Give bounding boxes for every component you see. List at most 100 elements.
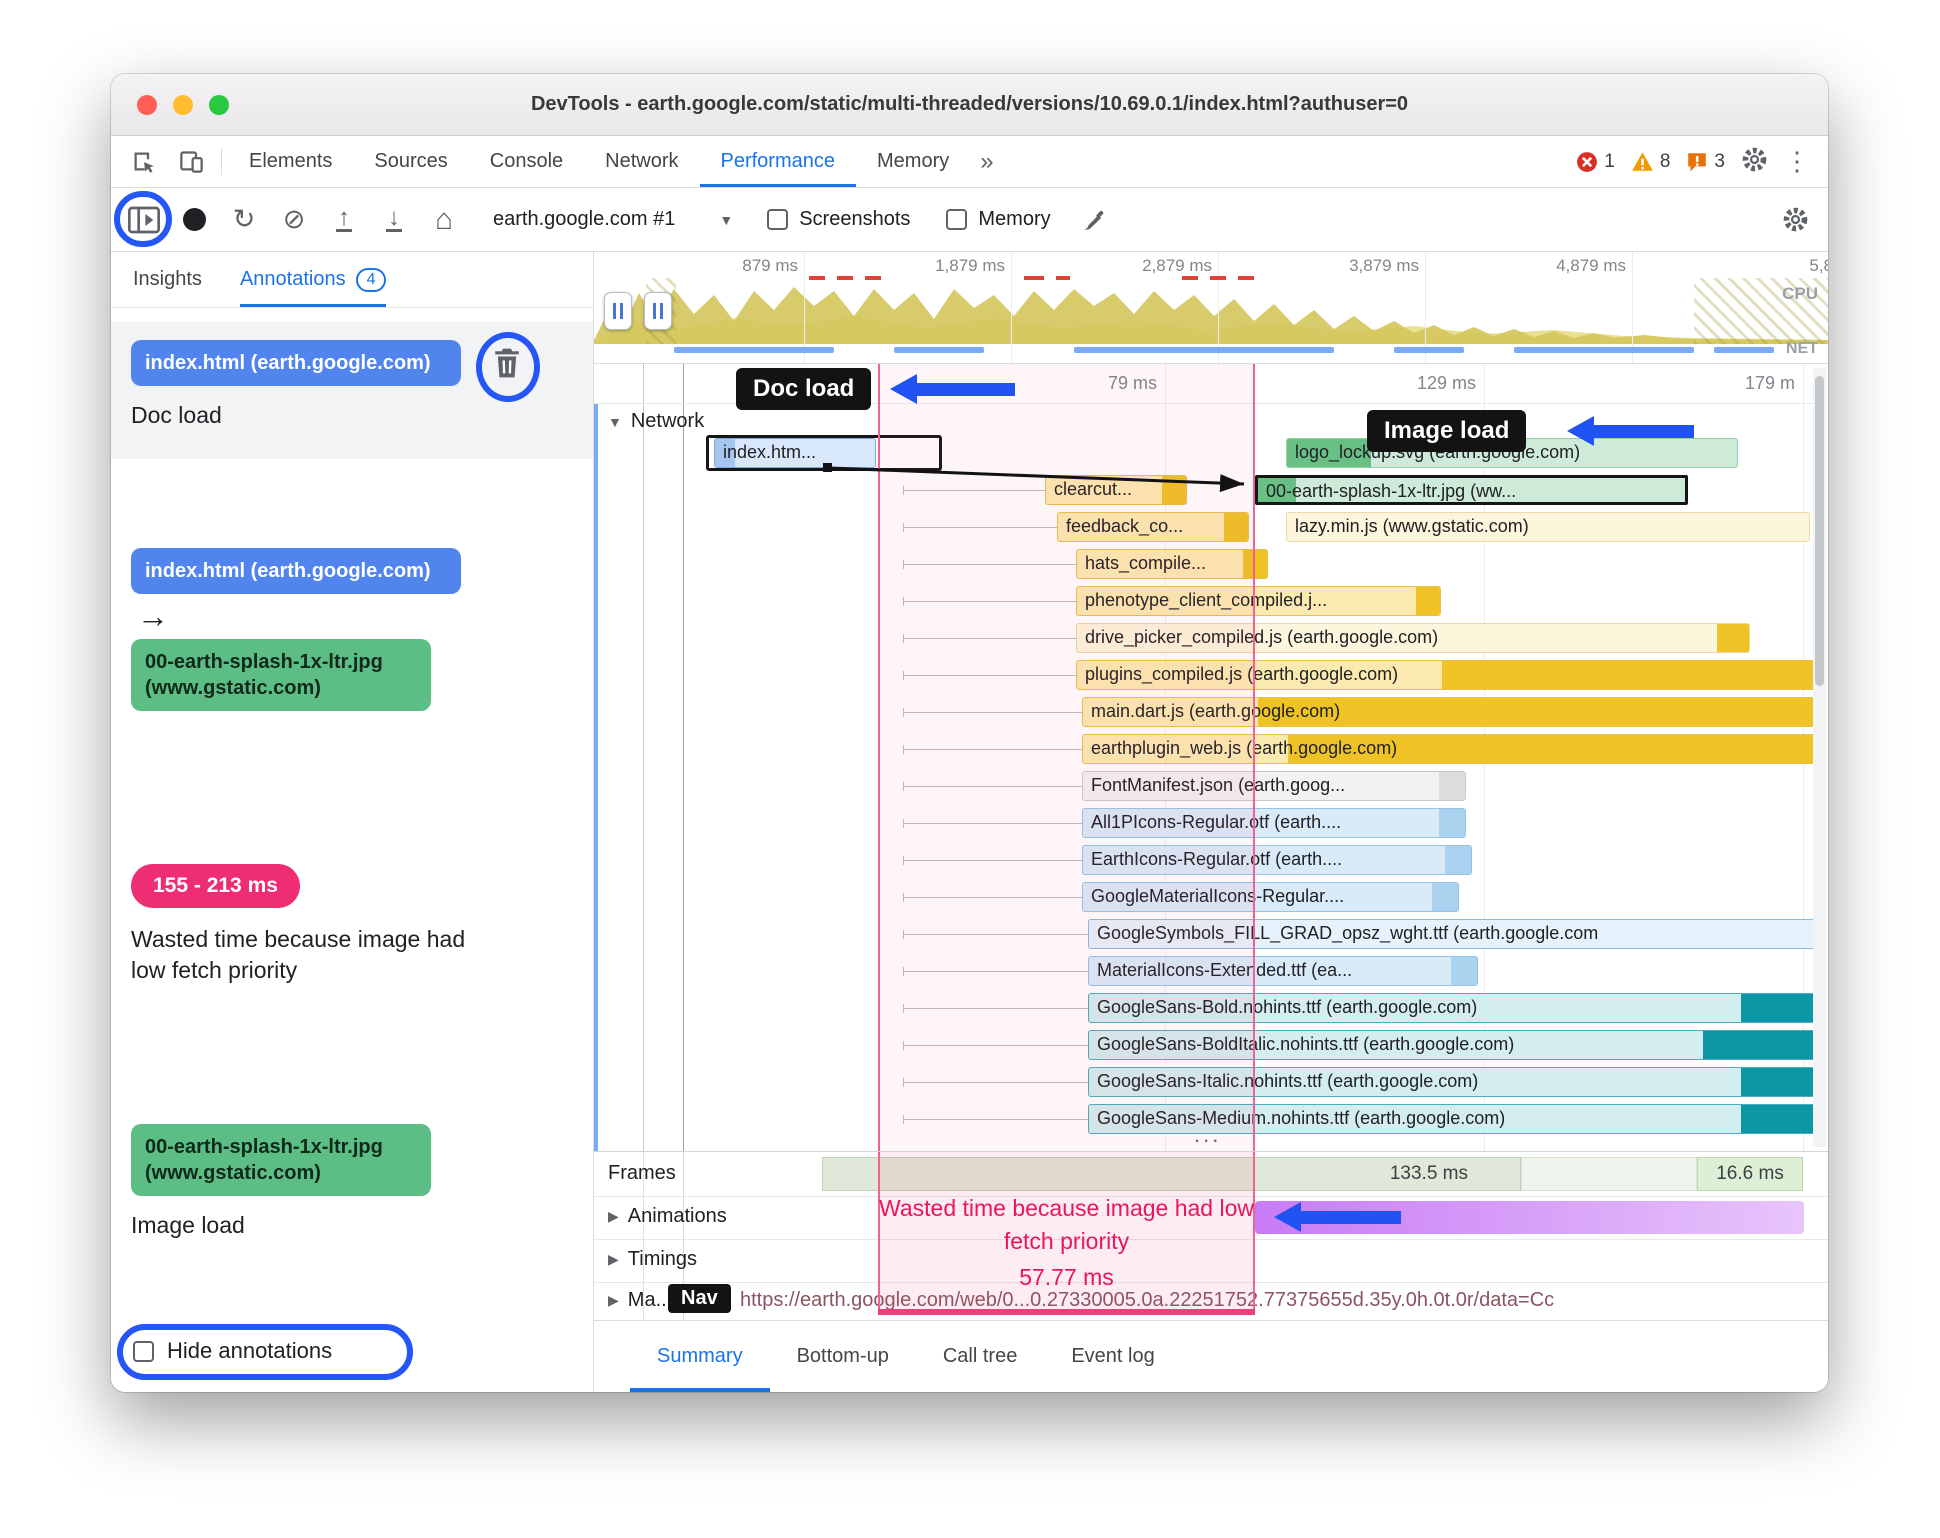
doc-load-annotation-chip[interactable]: Doc load: [736, 368, 872, 410]
annotation-label[interactable]: Wasted time because image had low fetch …: [131, 924, 471, 986]
request-bar[interactable]: feedback_co...: [1057, 512, 1249, 542]
more-requests-indicator[interactable]: ...: [1194, 1122, 1221, 1148]
kebab-menu-icon[interactable]: ⋮: [1784, 146, 1810, 177]
triangle-right-icon[interactable]: ▶: [608, 1292, 619, 1309]
hide-annotations-row[interactable]: Hide annotations: [133, 1338, 332, 1364]
clear-recording-icon[interactable]: ⊘: [271, 197, 317, 243]
warning-badge[interactable]: 8: [1631, 151, 1670, 173]
settings-gear-icon[interactable]: [1741, 146, 1768, 178]
request-bar[interactable]: FontManifest.json (earth.goog...: [1082, 771, 1466, 801]
request-bar[interactable]: hats_compile...: [1076, 549, 1268, 579]
request-bar[interactable]: 00-earth-splash-1x-ltr.jpg (ww...: [1255, 475, 1688, 505]
network-track-header[interactable]: ▼ Network: [608, 410, 704, 433]
devtools-window: DevTools - earth.google.com/static/multi…: [111, 74, 1828, 1392]
tab-console[interactable]: Console: [469, 136, 584, 187]
trash-icon[interactable]: [491, 348, 523, 384]
request-label: FontManifest.json (earth.goog...: [1091, 775, 1346, 795]
close-window-button[interactable]: [137, 95, 157, 115]
request-bar[interactable]: lazy.min.js (www.gstatic.com): [1286, 512, 1810, 542]
image-load-annotation-chip[interactable]: Image load: [1367, 410, 1527, 452]
request-bar[interactable]: plugins_compiled.js (earth.google.com): [1076, 660, 1816, 690]
time-range-pill[interactable]: 155 - 213 ms: [131, 864, 300, 908]
device-toolbar-icon[interactable]: [167, 136, 215, 187]
request-bar[interactable]: drive_picker_compiled.js (earth.google.c…: [1076, 623, 1750, 653]
annotation-label[interactable]: Doc load: [131, 402, 573, 429]
request-bar[interactable]: All1PIcons-Regular.otf (earth....: [1082, 808, 1466, 838]
memory-checkbox[interactable]: [946, 209, 968, 230]
reload-and-record-icon[interactable]: ↻: [221, 197, 267, 243]
annotation-label[interactable]: Image load: [131, 1212, 573, 1239]
scrollbar-thumb[interactable]: [1815, 376, 1824, 686]
tab-network[interactable]: Network: [584, 136, 699, 187]
request-bar[interactable]: index.htm...: [714, 438, 876, 468]
screenshots-label: Screenshots: [799, 208, 911, 230]
more-tabs-icon[interactable]: »: [970, 136, 1003, 187]
tab-elements[interactable]: Elements: [228, 136, 353, 187]
request-bar[interactable]: GoogleSans-Italic.nohints.ttf (earth.goo…: [1088, 1067, 1816, 1097]
annotation-pill-splash-image[interactable]: 00-earth-splash-1x-ltr.jpg (www.gstatic.…: [131, 1124, 431, 1196]
request-bar[interactable]: GoogleSans-Bold.nohints.ttf (earth.googl…: [1088, 993, 1816, 1023]
tab-memory[interactable]: Memory: [856, 136, 970, 187]
panel-settings-gear-icon[interactable]: [1772, 197, 1818, 243]
home-icon[interactable]: ⌂: [421, 197, 467, 243]
request-bar[interactable]: GoogleSymbols_FILL_GRAD_opsz_wght.ttf (e…: [1088, 919, 1816, 949]
animations-track-label[interactable]: ▶ Animations: [608, 1205, 727, 1228]
nav-marker-chip[interactable]: Nav: [668, 1284, 731, 1313]
minimap-left-handle[interactable]: [604, 292, 632, 330]
tab-insights[interactable]: Insights: [133, 252, 202, 307]
frames-track-label[interactable]: Frames: [608, 1162, 676, 1185]
triangle-down-icon[interactable]: ▼: [608, 414, 622, 430]
request-bar[interactable]: GoogleMaterialIcons-Regular....: [1082, 882, 1459, 912]
request-bar[interactable]: GoogleSans-BoldItalic.nohints.ttf (earth…: [1088, 1030, 1816, 1060]
bottom-tab-bottom-up[interactable]: Bottom-up: [770, 1321, 916, 1392]
annotation-pill-index-html[interactable]: index.html (earth.google.com): [131, 340, 461, 386]
error-badge[interactable]: 1: [1576, 151, 1615, 173]
bottom-tracks: Frames 133.5 ms 16.6 ms ▶ Animations ▶ Ti…: [594, 1151, 1828, 1320]
timings-track-label[interactable]: ▶ Timings: [608, 1248, 697, 1271]
request-bar[interactable]: main.dart.js (earth.google.com): [1082, 697, 1816, 727]
request-bar[interactable]: clearcut...: [1045, 475, 1187, 505]
request-bar[interactable]: earthplugin_web.js (earth.google.com): [1082, 734, 1816, 764]
bottom-tab-call-tree[interactable]: Call tree: [916, 1321, 1044, 1392]
bottom-tab-summary[interactable]: Summary: [630, 1321, 770, 1392]
annotation-pill-index-html[interactable]: index.html (earth.google.com): [131, 548, 461, 594]
tab-performance[interactable]: Performance: [700, 136, 857, 187]
screenshots-checkbox-row[interactable]: Screenshots: [751, 208, 926, 231]
network-request-row: FontManifest.json (earth.goog...: [594, 771, 1828, 801]
frame-segment-idle[interactable]: [1521, 1157, 1697, 1191]
download-profile-icon[interactable]: ↓: [371, 197, 417, 243]
collect-garbage-icon[interactable]: [1071, 197, 1117, 243]
waterfall-tick-label: 129 ms: [1416, 373, 1476, 393]
request-bar[interactable]: phenotype_client_compiled.j...: [1076, 586, 1441, 616]
frame-segment-long[interactable]: 133.5 ms: [822, 1157, 1521, 1191]
main-thread-track-label[interactable]: ▶ Ma...: [608, 1289, 672, 1312]
record-button[interactable]: [171, 197, 217, 243]
screenshots-checkbox[interactable]: [767, 209, 789, 230]
triangle-right-icon[interactable]: ▶: [608, 1208, 619, 1225]
zoom-window-button[interactable]: [209, 95, 229, 115]
minimize-window-button[interactable]: [173, 95, 193, 115]
target-selector[interactable]: earth.google.com #1 ▼: [471, 208, 747, 231]
upload-profile-icon[interactable]: ↑: [321, 197, 367, 243]
annotation-entry-time-range[interactable]: 155 - 213 ms Wasted time because image h…: [111, 864, 593, 986]
hide-annotations-checkbox[interactable]: [133, 1340, 154, 1362]
request-bar[interactable]: EarthIcons-Regular.otf (earth....: [1082, 845, 1472, 875]
minimap[interactable]: CPU NET 879 ms 1,879 ms 2,879 ms 3,879 ms 4,…: [594, 252, 1828, 364]
annotation-entry-image-load[interactable]: 00-earth-splash-1x-ltr.jpg (www.gstatic.…: [111, 1124, 593, 1239]
annotation-entry-link[interactable]: index.html (earth.google.com) → 00-earth…: [111, 548, 593, 711]
issues-badge[interactable]: 3: [1686, 151, 1725, 173]
annotation-pill-splash-image[interactable]: 00-earth-splash-1x-ltr.jpg (www.gstatic.…: [131, 639, 431, 711]
request-bar[interactable]: MaterialIcons-Extended.ttf (ea...: [1088, 956, 1478, 986]
annotation-entry-doc-load[interactable]: index.html (earth.google.com) Doc load: [111, 322, 593, 459]
minimap-right-handle[interactable]: [644, 292, 672, 330]
triangle-right-icon[interactable]: ▶: [608, 1251, 619, 1268]
memory-checkbox-row[interactable]: Memory: [930, 208, 1066, 231]
tab-sources[interactable]: Sources: [353, 136, 468, 187]
frame-segment-short[interactable]: 16.6 ms: [1697, 1157, 1803, 1191]
vertical-scrollbar[interactable]: [1813, 368, 1826, 1147]
inspect-element-icon[interactable]: [119, 136, 167, 187]
toggle-sidebar-icon[interactable]: [121, 197, 167, 243]
tab-annotations[interactable]: Annotations 4: [240, 252, 387, 307]
waterfall[interactable]: ▼ Network index.htm... logo_lockup.svg (e…: [594, 364, 1828, 1151]
bottom-tab-event-log[interactable]: Event log: [1044, 1321, 1181, 1392]
